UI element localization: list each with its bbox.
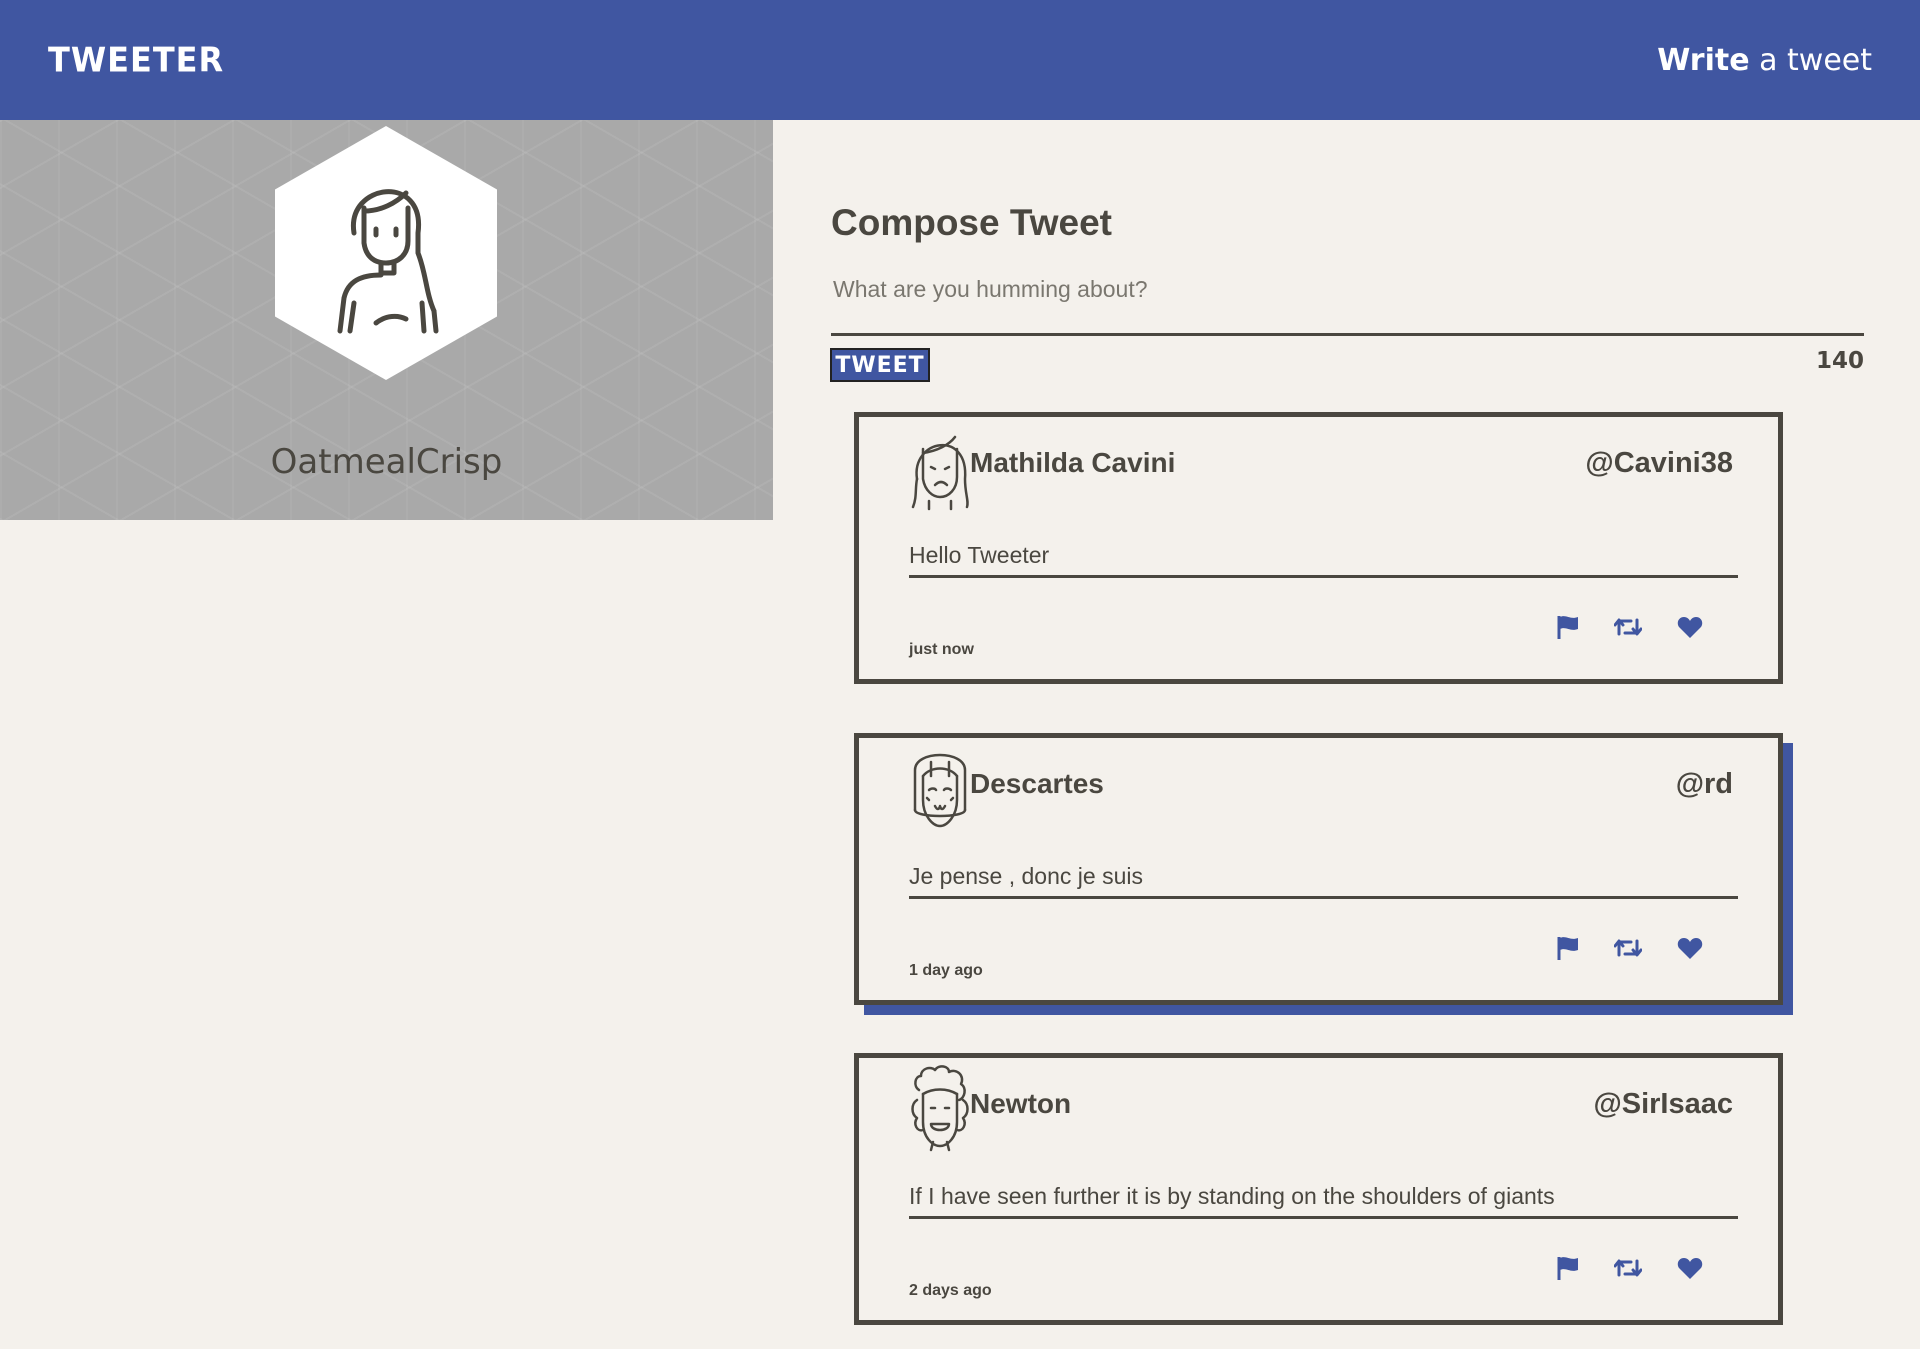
- heart-icon[interactable]: [1675, 1253, 1705, 1283]
- retweet-icon[interactable]: [1613, 612, 1643, 642]
- tweet-timestamp: 2 days ago: [909, 1282, 992, 1299]
- tweet-card: Descartes @rd Je pense , donc je suis 1 …: [854, 733, 1783, 1005]
- tweet-author-name: Descartes: [970, 768, 1104, 799]
- retweet-icon[interactable]: [1613, 933, 1643, 963]
- write-tweet-link-bold: Write: [1657, 42, 1750, 78]
- tweet-actions: [1553, 933, 1713, 963]
- woman-avatar-icon: [911, 435, 969, 511]
- tweet-author-name: Newton: [970, 1088, 1072, 1119]
- tweet-timestamp: 1 day ago: [909, 962, 983, 979]
- man-bangs-avatar-icon: [913, 753, 967, 828]
- tweet-content: Hello Tweeter: [909, 542, 1738, 578]
- profile-header: OatmealCrisp: [0, 120, 773, 520]
- woman-avatar-icon: [337, 189, 439, 334]
- tweet-actions: [1553, 1253, 1713, 1283]
- tweet-author-handle: @Cavini38: [1585, 447, 1733, 479]
- write-tweet-link[interactable]: Write a tweet: [1657, 43, 1872, 78]
- tweet-author-handle: @rd: [1675, 768, 1733, 800]
- brand-logo[interactable]: TWEETER: [48, 40, 224, 80]
- tweet-author-handle: @SirIsaac: [1593, 1088, 1733, 1120]
- tweet-timestamp: just now: [909, 641, 974, 658]
- profile-avatar: [275, 126, 497, 380]
- tweet-input[interactable]: [831, 268, 1864, 336]
- heart-icon[interactable]: [1675, 933, 1705, 963]
- compose-title: Compose Tweet: [831, 202, 1112, 243]
- tweet-card: Mathilda Cavini @Cavini38 Hello Tweeter …: [854, 412, 1783, 684]
- write-tweet-link-rest: a tweet: [1749, 42, 1872, 78]
- flag-icon[interactable]: [1553, 612, 1583, 642]
- tweet-card: Newton @SirIsaac If I have seen further …: [854, 1053, 1783, 1325]
- heart-icon[interactable]: [1675, 612, 1705, 642]
- tweet-author-name: Mathilda Cavini: [970, 447, 1176, 478]
- tweet-content: Je pense , donc je suis: [909, 863, 1738, 899]
- flag-icon[interactable]: [1553, 933, 1583, 963]
- tweet-button[interactable]: TWEET: [830, 348, 930, 382]
- retweet-icon[interactable]: [1613, 1253, 1643, 1283]
- tweet-actions: [1553, 612, 1713, 642]
- profile-username: OatmealCrisp: [270, 442, 503, 482]
- top-nav: TWEETER Write a tweet: [0, 0, 1920, 120]
- tweet-content: If I have seen further it is by standing…: [909, 1183, 1738, 1219]
- curly-hair-avatar-icon: [911, 1065, 969, 1152]
- flag-icon[interactable]: [1553, 1253, 1583, 1283]
- char-counter: 140: [1815, 348, 1864, 374]
